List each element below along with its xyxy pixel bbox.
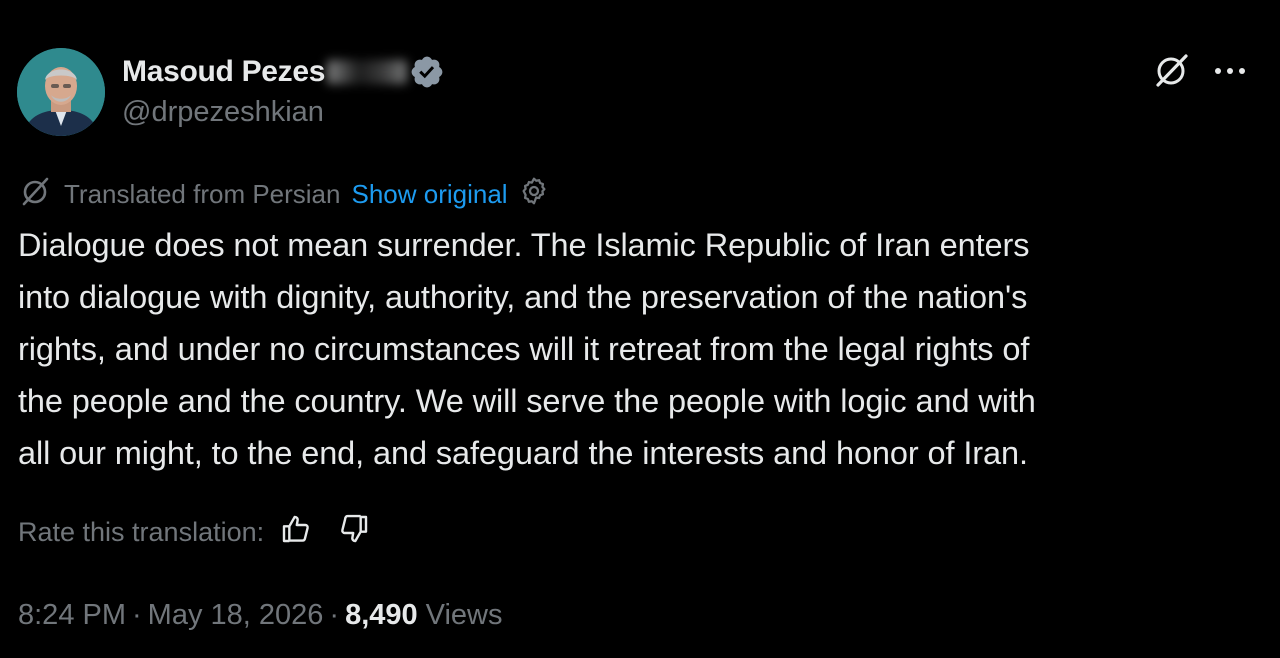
more-options-icon[interactable] xyxy=(1212,64,1248,82)
tweet-date[interactable]: May 18, 2026 xyxy=(148,599,324,632)
meta-separator: · xyxy=(329,598,340,631)
show-original-link[interactable]: Show original xyxy=(351,179,507,210)
views-label: Views xyxy=(425,598,503,631)
translated-from-label: Translated from Persian xyxy=(64,178,341,209)
meta-separator: · xyxy=(132,598,142,631)
tweet-meta: 8:24 PM · May 18, 2026 · 8,490 Views xyxy=(18,595,503,635)
tweet-time[interactable]: 8:24 PM xyxy=(18,599,126,632)
author-handle[interactable]: @drpezeshkian xyxy=(122,96,324,129)
tweet-text: Dialogue does not mean surrender. The Is… xyxy=(18,227,1036,471)
author-display-name[interactable]: Masoud Pezes xyxy=(122,55,325,89)
person-avatar-icon xyxy=(17,48,105,136)
views-count: 8,490 xyxy=(345,598,418,631)
avatar[interactable] xyxy=(17,48,105,136)
thumbs-down-icon[interactable] xyxy=(338,513,370,552)
grok-icon[interactable] xyxy=(1152,50,1192,95)
author-name-row[interactable]: Masoud Pezes xyxy=(122,52,445,92)
grok-translate-icon xyxy=(18,174,52,215)
gear-icon[interactable] xyxy=(518,175,550,214)
rate-translation-label: Rate this translation: xyxy=(18,516,265,547)
translation-notice: Translated from Persian Show original xyxy=(18,174,550,214)
verified-badge-icon[interactable] xyxy=(409,54,445,90)
rate-translation: Rate this translation: xyxy=(18,512,370,552)
tweet-actions xyxy=(1152,50,1248,95)
thumbs-up-icon[interactable] xyxy=(280,513,312,552)
redacted-name-blur xyxy=(327,60,408,84)
